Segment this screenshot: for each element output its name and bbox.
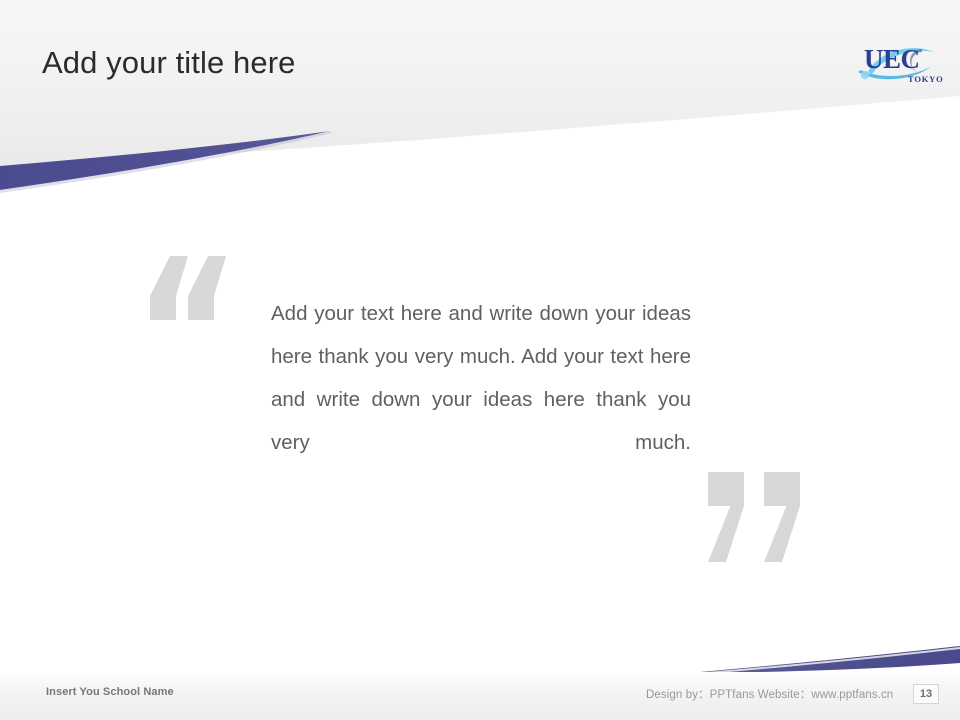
accent-swoosh-top [0, 131, 330, 190]
accent-swoosh-top-shadow [0, 131, 332, 193]
uec-tokyo-logo[interactable]: UEC TOKYO [852, 38, 944, 86]
accent-swoosh-bottom [700, 646, 960, 673]
footer-separator-line [0, 647, 960, 675]
header-band-shape [0, 0, 960, 166]
open-quote-icon [150, 256, 226, 320]
presentation-slide: Add your title here UEC TOKYO Add your t… [0, 0, 960, 720]
page-title: Add your title here [42, 45, 296, 80]
quote-body-text: Add your text here and write down your i… [271, 302, 691, 454]
footer-credit-text: Design by：PPTfans Website：www.pptfans.cn [646, 689, 894, 701]
footer-school-name: Insert You School Name [46, 686, 174, 698]
page-number-badge: 13 [913, 684, 939, 704]
logo-subtext: TOKYO [908, 74, 944, 84]
page-number-value: 13 [919, 688, 933, 700]
close-quote-icon [708, 472, 800, 562]
